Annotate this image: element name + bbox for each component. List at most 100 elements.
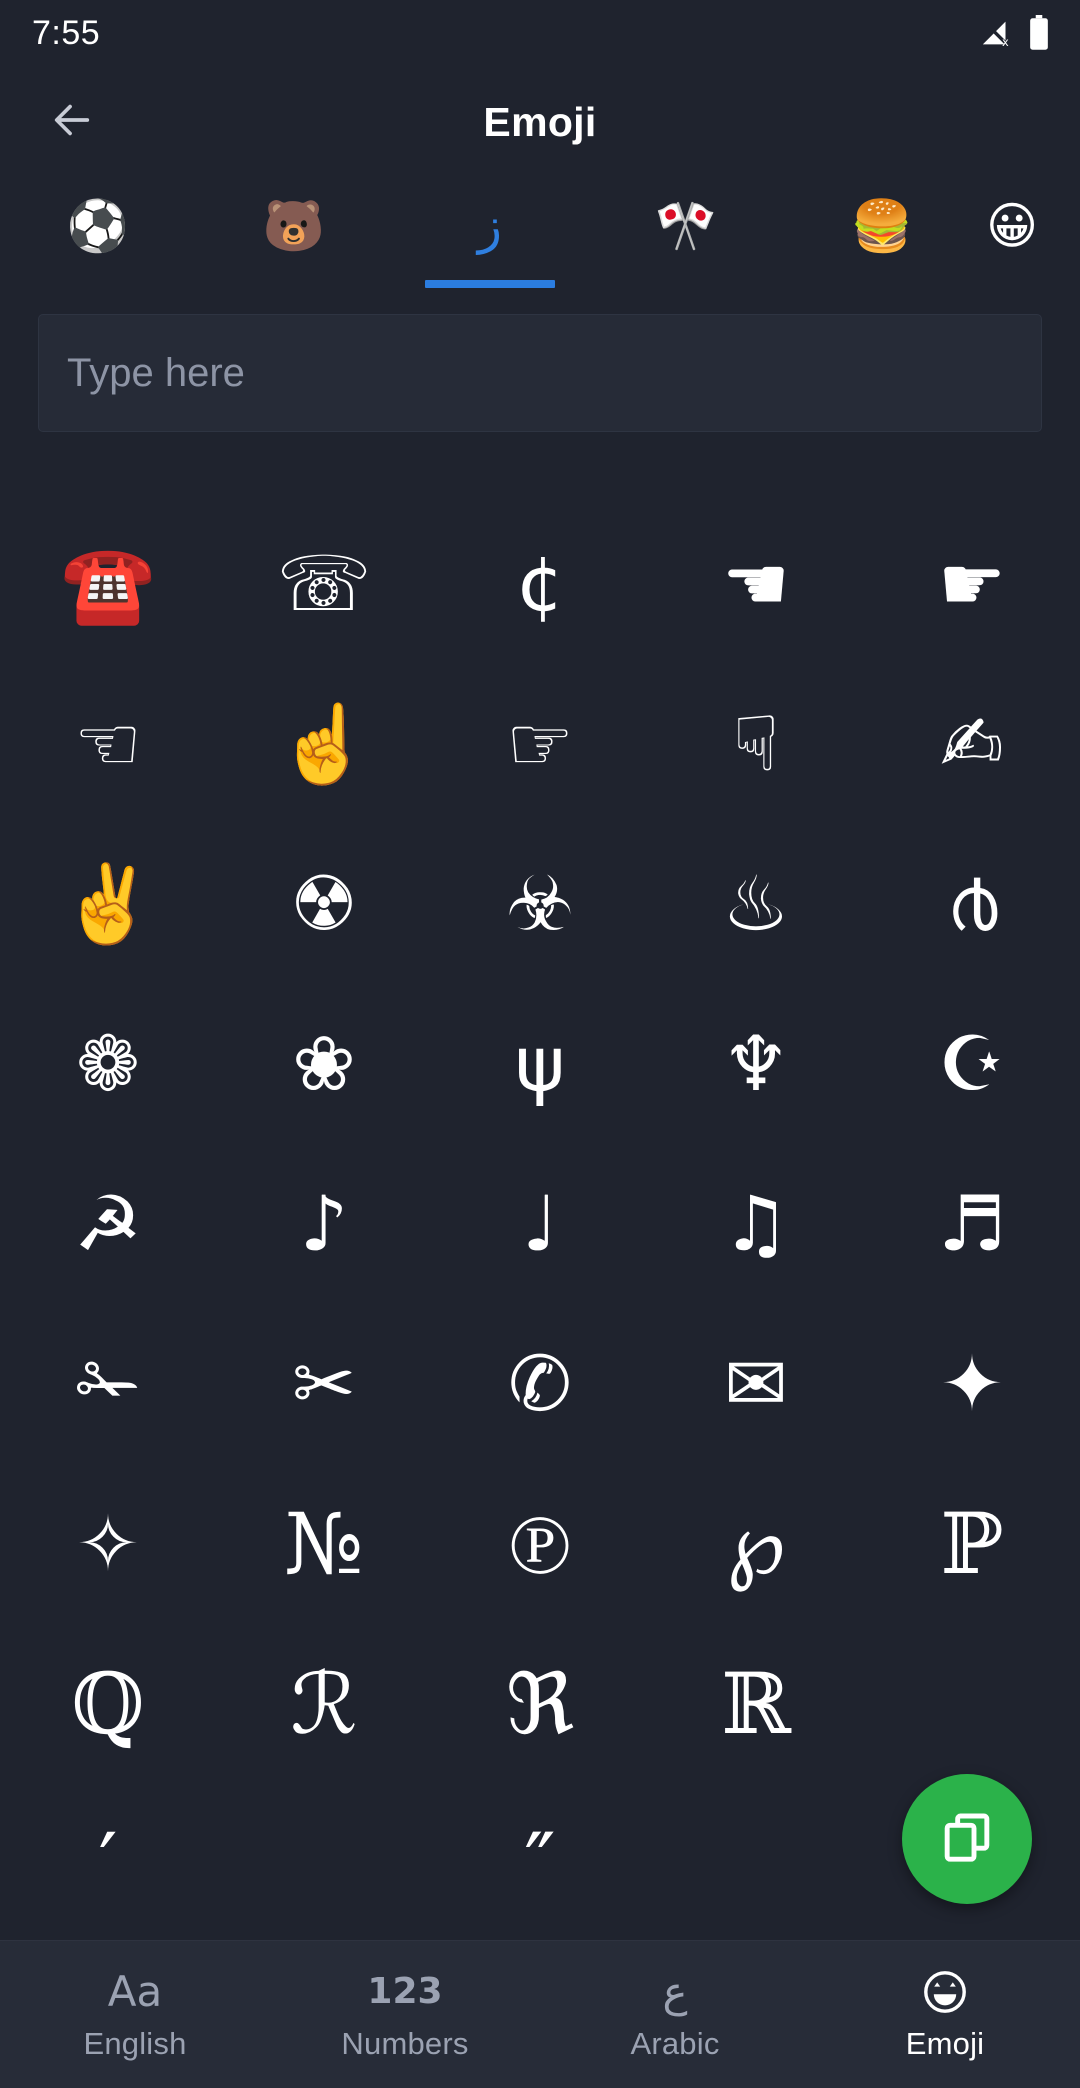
emoji-double-struck-q[interactable]: ℚ xyxy=(0,1624,216,1784)
emoji-cell-empty[interactable] xyxy=(648,1784,864,1940)
emoji-grid: ☎️ ☏ ¢ ☚ ☛ ☜ ☝️ ☞ ☟ ✍ ✌️ ☢ ☣ ♨ ൪ ❁ ❀ ψ ♆… xyxy=(0,504,1080,1940)
emoji-upper-blade-scissors-glyph: ✁ xyxy=(76,1339,140,1428)
emoji-beamed-sixteenth-notes[interactable]: ♬ xyxy=(864,1144,1080,1304)
emoji-star-and-crescent-glyph: ☪ xyxy=(937,1019,1007,1108)
emoji-white-right-pointing-index[interactable]: ☞ xyxy=(432,664,648,824)
emoji-cent-sign-glyph: ¢ xyxy=(515,539,565,628)
emoji-upper-blade-scissors[interactable]: ✁ xyxy=(0,1304,216,1464)
nav-numbers[interactable]: 123 Numbers xyxy=(270,1941,540,2088)
emoji-envelope[interactable]: ✉ xyxy=(648,1304,864,1464)
emoji-white-four-pointed-star[interactable]: ✧ xyxy=(0,1464,216,1624)
emoji-fraktur-r-glyph: ℜ xyxy=(505,1655,575,1753)
tab-flags-glyph: 🎌 xyxy=(654,197,718,255)
emoji-cent-sign[interactable]: ¢ xyxy=(432,504,648,664)
tab-activities[interactable]: ⚽ xyxy=(0,178,196,302)
nav-numbers-label: Numbers xyxy=(341,2025,469,2061)
emoji-script-r-glyph: ℛ xyxy=(290,1655,358,1753)
emoji-white-down-pointing-index-glyph: ☟ xyxy=(732,699,780,788)
bottom-nav[interactable]: Aa English 123 Numbers ع Arabic Emoji xyxy=(0,1940,1080,2088)
emoji-quarter-note-glyph: ♩ xyxy=(522,1179,558,1268)
emoji-white-florette-glyph: ❀ xyxy=(292,1019,356,1108)
tab-smileys[interactable]: 😀 xyxy=(980,178,1070,302)
emoji-black-right-pointing-index-glyph: ☛ xyxy=(937,539,1007,628)
emoji-radioactive[interactable]: ☢ xyxy=(216,824,432,984)
arabic-ain-icon: ع xyxy=(662,1966,688,2016)
nav-arabic[interactable]: ع Arabic xyxy=(540,1941,810,2088)
emoji-victory-hand[interactable]: ✌️ xyxy=(0,824,216,984)
emoji-eighth-note[interactable]: ♪ xyxy=(216,1144,432,1304)
emoji-telephone-glyph: ☎️ xyxy=(60,539,156,628)
emoji-black-right-pointing-index[interactable]: ☛ xyxy=(864,504,1080,664)
category-tab-strip[interactable]: ⚽ 🐻 ز 🎌 🍔 😀 xyxy=(0,178,1080,302)
tab-food-drink[interactable]: 🍔 xyxy=(784,178,980,302)
emoji-black-scissors[interactable]: ✂ xyxy=(216,1304,432,1464)
emoji-telephone-location-sign[interactable]: ✆ xyxy=(432,1304,648,1464)
status-time: 7:55 xyxy=(32,13,101,52)
emoji-white-right-pointing-index-glyph: ☞ xyxy=(505,699,575,788)
emoji-cell-empty[interactable] xyxy=(216,1784,432,1940)
emoji-beamed-sixteenth-notes-glyph: ♬ xyxy=(937,1179,1007,1268)
emoji-neptune[interactable]: ♆ xyxy=(648,984,864,1144)
emoji-cell-empty[interactable] xyxy=(864,1624,1080,1784)
emoji-white-florette[interactable]: ❀ xyxy=(216,984,432,1144)
nav-emoji[interactable]: Emoji xyxy=(810,1941,1080,2088)
battery-full-icon xyxy=(1028,15,1050,51)
tab-food-drink-glyph: 🍔 xyxy=(850,197,914,255)
emoji-neptune-glyph: ♆ xyxy=(721,1019,791,1108)
emoji-sound-recording-copyright[interactable]: ℗ xyxy=(432,1464,648,1624)
emoji-hammer-and-sickle[interactable]: ☭ xyxy=(0,1144,216,1304)
emoji-fraktur-r[interactable]: ℜ xyxy=(432,1624,648,1784)
search-input[interactable] xyxy=(67,350,1013,396)
tab-symbols-glyph: ز xyxy=(477,197,503,255)
emoji-double-struck-q-glyph: ℚ xyxy=(71,1655,145,1753)
emoji-white-telephone[interactable]: ☏ xyxy=(216,504,432,664)
emoji-script-r[interactable]: ℛ xyxy=(216,1624,432,1784)
signal-off-icon: x xyxy=(980,16,1014,50)
emoji-greek-psi[interactable]: ψ xyxy=(432,984,648,1144)
emoji-biohazard[interactable]: ☣ xyxy=(432,824,648,984)
emoji-grid-container[interactable]: ☎️ ☏ ¢ ☚ ☛ ☜ ☝️ ☞ ☟ ✍ ✌️ ☢ ☣ ♨ ൪ ❁ ❀ ψ ♆… xyxy=(0,452,1080,1940)
emoji-white-four-pointed-star-glyph: ✧ xyxy=(76,1499,140,1588)
emoji-spiral[interactable]: ൪ xyxy=(864,824,1080,984)
nav-emoji-label: Emoji xyxy=(905,2025,985,2061)
emoji-spiral-glyph: ൪ xyxy=(946,859,998,948)
nav-english-label: English xyxy=(83,2025,187,2061)
emoji-black-left-pointing-index[interactable]: ☚ xyxy=(648,504,864,664)
numbers-123-icon: 123 xyxy=(367,1970,443,2012)
svg-text:x: x xyxy=(1002,35,1009,49)
emoji-double-struck-r[interactable]: ℝ xyxy=(648,1624,864,1784)
emoji-greek-psi-glyph: ψ xyxy=(514,1019,566,1108)
emoji-numero-sign[interactable]: № xyxy=(216,1464,432,1624)
emoji-black-florette[interactable]: ❁ xyxy=(0,984,216,1144)
emoji-eighth-note-glyph: ♪ xyxy=(299,1179,349,1268)
tab-animals-nature[interactable]: 🐻 xyxy=(196,178,392,302)
emoji-star-and-crescent[interactable]: ☪ xyxy=(864,984,1080,1144)
tab-symbols[interactable]: ز xyxy=(392,178,588,302)
nav-arabic-label: Arabic xyxy=(630,2025,720,2061)
emoji-double-prime[interactable]: ″ xyxy=(432,1784,648,1940)
emoji-black-four-pointed-star[interactable]: ✦ xyxy=(864,1304,1080,1464)
emoji-prime[interactable]: ′ xyxy=(0,1784,216,1940)
back-button[interactable] xyxy=(34,84,110,160)
page-title: Emoji xyxy=(483,98,597,145)
emoji-white-down-pointing-index[interactable]: ☟ xyxy=(648,664,864,824)
emoji-hot-springs[interactable]: ♨ xyxy=(648,824,864,984)
tab-flags[interactable]: 🎌 xyxy=(588,178,784,302)
emoji-double-struck-p[interactable]: ℙ xyxy=(864,1464,1080,1624)
tab-smileys-glyph: 😀 xyxy=(985,197,1039,255)
nav-english[interactable]: Aa English xyxy=(0,1941,270,2088)
app-bar: Emoji xyxy=(0,66,1080,178)
emoji-beamed-eighth-notes[interactable]: ♫ xyxy=(648,1144,864,1304)
emoji-writing-hand[interactable]: ✍ xyxy=(864,664,1080,824)
emoji-white-left-pointing-index[interactable]: ☜ xyxy=(0,664,216,824)
search-box[interactable] xyxy=(38,314,1042,432)
copy-icon xyxy=(939,1809,995,1870)
emoji-quarter-note[interactable]: ♩ xyxy=(432,1144,648,1304)
emoji-index-pointing-up[interactable]: ☝️ xyxy=(216,664,432,824)
emoji-telephone[interactable]: ☎️ xyxy=(0,504,216,664)
emoji-white-telephone-glyph: ☏ xyxy=(276,539,372,628)
emoji-weierstrass-p[interactable]: ℘ xyxy=(648,1464,864,1624)
emoji-beamed-eighth-notes-glyph: ♫ xyxy=(721,1179,791,1268)
copy-button[interactable] xyxy=(902,1774,1032,1904)
emoji-black-florette-glyph: ❁ xyxy=(76,1019,140,1108)
